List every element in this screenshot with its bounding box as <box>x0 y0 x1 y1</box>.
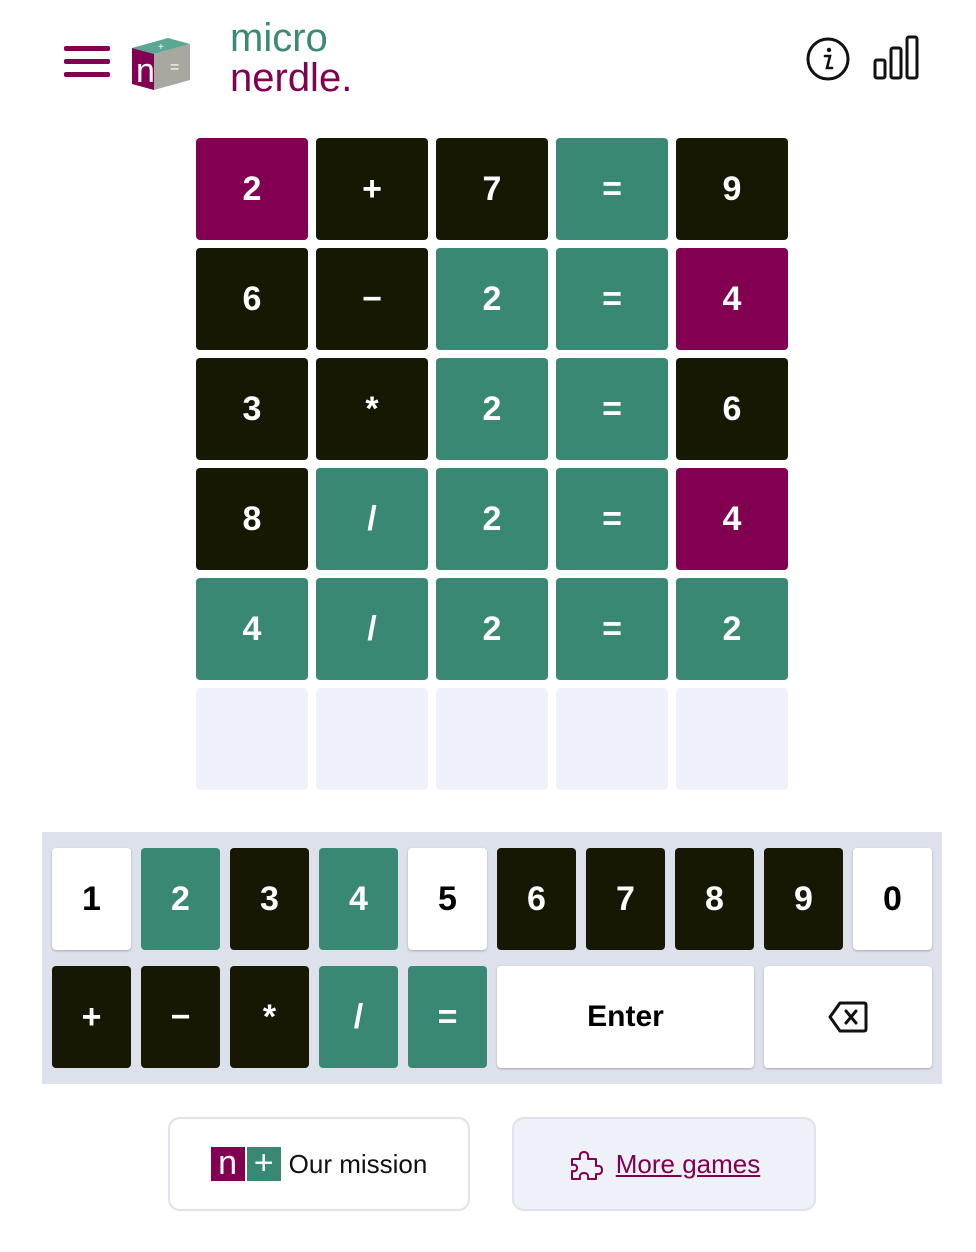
board-tile: 2 <box>436 578 548 680</box>
key-0[interactable]: 0 <box>853 848 932 950</box>
svg-text:=: = <box>170 59 179 76</box>
svg-text:+: + <box>158 42 164 53</box>
board-tile: / <box>316 578 428 680</box>
board-tile: 6 <box>196 248 308 350</box>
key-3[interactable]: 3 <box>230 848 309 950</box>
board-row: 6−2 = 4 <box>196 248 788 350</box>
board-row: 4/2 = 2 <box>196 578 788 680</box>
key-4[interactable]: 4 <box>319 848 398 950</box>
logo-plus: + <box>246 1146 281 1181</box>
board-tile <box>316 688 428 790</box>
board-tile: + <box>316 138 428 240</box>
key-7[interactable]: 7 <box>586 848 665 950</box>
keyboard-row-digits: 1234567890 <box>52 848 932 950</box>
key-8[interactable]: 8 <box>675 848 754 950</box>
key-divide[interactable]: / <box>319 966 398 1068</box>
key-multiply[interactable]: * <box>230 966 309 1068</box>
our-mission-button[interactable]: n + Our mission <box>168 1117 470 1211</box>
svg-text:n: n <box>136 52 155 90</box>
board-tile <box>436 688 548 790</box>
board-tile: 2 <box>436 358 548 460</box>
board-tile: 2 <box>676 578 788 680</box>
board-tile: 3 <box>196 358 308 460</box>
key-6[interactable]: 6 <box>497 848 576 950</box>
board-tile: 4 <box>196 578 308 680</box>
info-icon[interactable] <box>805 36 851 82</box>
hamburger-menu-icon[interactable] <box>64 46 110 80</box>
on-screen-keyboard: 1234567890 + − * / = Enter <box>42 832 942 1084</box>
board-tile: 2 <box>196 138 308 240</box>
board-tile: 2 <box>436 248 548 350</box>
board-tile: * <box>316 358 428 460</box>
board-tile: = <box>556 138 668 240</box>
board-row <box>196 688 788 790</box>
board-tile: = <box>556 248 668 350</box>
key-equals[interactable]: = <box>408 966 487 1068</box>
board-tile: 2 <box>436 468 548 570</box>
logo-line-1: micro <box>230 16 328 60</box>
keyboard-row-operators: + − * / = Enter <box>52 966 932 1068</box>
board-tile: 4 <box>676 468 788 570</box>
nerdle-plus-logo-icon: n + <box>210 1146 281 1181</box>
nerdle-cube-logo-icon: n = + <box>128 34 194 92</box>
logo-line-2: nerdle. <box>230 56 353 100</box>
more-games-label: More games <box>615 1148 761 1179</box>
board-row: 3 * 2 = 6 <box>196 358 788 460</box>
backspace-icon <box>828 1001 868 1033</box>
board-tile: 6 <box>676 358 788 460</box>
board-tile: − <box>316 248 428 350</box>
enter-key[interactable]: Enter <box>497 966 754 1068</box>
board-tile <box>196 688 308 790</box>
board-tile: = <box>556 468 668 570</box>
stats-icon[interactable] <box>872 34 920 82</box>
our-mission-label: Our mission <box>288 1148 428 1179</box>
board-tile <box>676 688 788 790</box>
game-board: 2 +7 = 9 6−2 = 4 3 * 2 = 6 8/2 = 4 4/2 = 2 <box>196 138 788 798</box>
key-9[interactable]: 9 <box>764 848 843 950</box>
key-1[interactable]: 1 <box>52 848 131 950</box>
key-minus[interactable]: − <box>141 966 220 1068</box>
app-logo-text: micro nerdle. <box>230 18 352 98</box>
more-games-button[interactable]: More games <box>512 1117 816 1211</box>
board-tile: = <box>556 358 668 460</box>
board-tile: 7 <box>436 138 548 240</box>
backspace-key[interactable] <box>764 966 932 1068</box>
board-row: 8/2 = 4 <box>196 468 788 570</box>
board-tile: 8 <box>196 468 308 570</box>
board-tile: = <box>556 578 668 680</box>
puzzle-icon <box>570 1151 603 1180</box>
board-tile <box>556 688 668 790</box>
key-plus[interactable]: + <box>52 966 131 1068</box>
logo-n: n <box>210 1146 245 1181</box>
board-tile: / <box>316 468 428 570</box>
app-header: n = + micro nerdle. <box>0 0 976 120</box>
board-tile: 9 <box>676 138 788 240</box>
board-tile: 4 <box>676 248 788 350</box>
key-2[interactable]: 2 <box>141 848 220 950</box>
board-row: 2 +7 = 9 <box>196 138 788 240</box>
key-5[interactable]: 5 <box>408 848 487 950</box>
